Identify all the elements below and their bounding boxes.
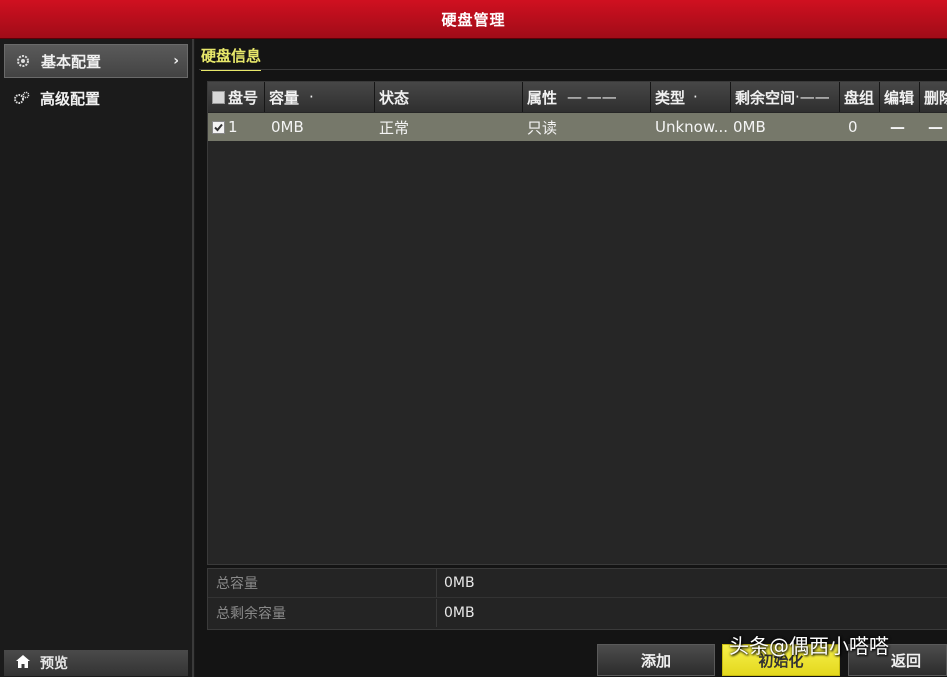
total-capacity-label: 总容量 bbox=[216, 576, 258, 592]
column-header-status[interactable]: 状态 bbox=[375, 82, 523, 112]
sidebar-item-basic-config[interactable]: 基本配置 › bbox=[4, 44, 188, 78]
column-header-property[interactable]: 属性 — —— bbox=[523, 82, 651, 112]
cell-type: Unknow... bbox=[655, 118, 729, 136]
title-bar: 硬盘管理 bbox=[0, 0, 947, 39]
watermark: 头条@偶西小嗒嗒 bbox=[729, 634, 889, 658]
home-icon bbox=[16, 654, 30, 672]
gear-icon bbox=[13, 54, 33, 68]
total-free-value: 0MB bbox=[444, 605, 475, 621]
window-title: 硬盘管理 bbox=[441, 10, 506, 29]
cell-property: 只读 bbox=[527, 118, 558, 137]
table-header: 盘号 容量 · 状态 属性 — —— 类型 · 剩余空间 ·—— 盘组 编辑 删… bbox=[208, 82, 947, 112]
preview-label: 预览 bbox=[40, 656, 68, 672]
summary-divider bbox=[436, 569, 437, 597]
sidebar: 基本配置 › 高级配置 预览 bbox=[0, 39, 194, 677]
summary-divider bbox=[436, 599, 437, 627]
total-free-label: 总剩余容量 bbox=[216, 606, 286, 622]
cell-status: 正常 bbox=[379, 118, 410, 137]
cell-disk-no: 1 bbox=[208, 113, 265, 141]
tab-divider bbox=[199, 69, 947, 70]
column-header-free-space[interactable]: 剩余空间 ·—— bbox=[731, 82, 840, 112]
table-row[interactable]: 1 0MB 正常 只读 Unknow... 0MB 0 — — bbox=[208, 113, 947, 141]
edit-button[interactable]: — bbox=[880, 113, 920, 141]
add-button[interactable]: 添加 bbox=[597, 644, 715, 676]
column-header-type[interactable]: 类型 · bbox=[651, 82, 731, 112]
summary-row-total-capacity: 总容量 0MB bbox=[208, 569, 947, 598]
chevron-right-icon: › bbox=[173, 53, 179, 69]
preview-button[interactable]: 预览 bbox=[4, 650, 188, 676]
sidebar-item-label: 高级配置 bbox=[40, 89, 101, 108]
column-header-delete[interactable]: 删除 bbox=[920, 82, 947, 112]
total-capacity-value: 0MB bbox=[444, 575, 475, 591]
cell-capacity: 0MB bbox=[271, 118, 304, 136]
sidebar-item-label: 基本配置 bbox=[41, 52, 102, 71]
sidebar-item-advanced-config[interactable]: 高级配置 bbox=[4, 81, 188, 115]
tab-disk-info[interactable]: 硬盘信息 bbox=[201, 45, 262, 71]
select-all-checkbox[interactable] bbox=[212, 90, 225, 104]
gears-icon bbox=[12, 91, 32, 105]
main-panel: 硬盘信息 盘号 容量 · 状态 属性 — —— 类型 · 剩余空间 ·—— 盘组… bbox=[195, 39, 947, 677]
column-header-disk-no[interactable]: 盘号 bbox=[208, 82, 265, 112]
column-header-capacity[interactable]: 容量 · bbox=[265, 82, 375, 112]
delete-button[interactable]: — bbox=[920, 113, 947, 141]
column-header-group[interactable]: 盘组 bbox=[840, 82, 880, 112]
cell-group: 0 bbox=[848, 118, 858, 136]
cell-free-space: 0MB bbox=[733, 118, 766, 136]
disk-table: 盘号 容量 · 状态 属性 — —— 类型 · 剩余空间 ·—— 盘组 编辑 删… bbox=[207, 81, 947, 565]
row-checkbox[interactable] bbox=[212, 120, 225, 134]
column-header-edit[interactable]: 编辑 bbox=[880, 82, 920, 112]
summary-row-total-free: 总剩余容量 0MB bbox=[208, 599, 947, 627]
disk-summary: 总容量 0MB 总剩余容量 0MB bbox=[207, 568, 947, 630]
